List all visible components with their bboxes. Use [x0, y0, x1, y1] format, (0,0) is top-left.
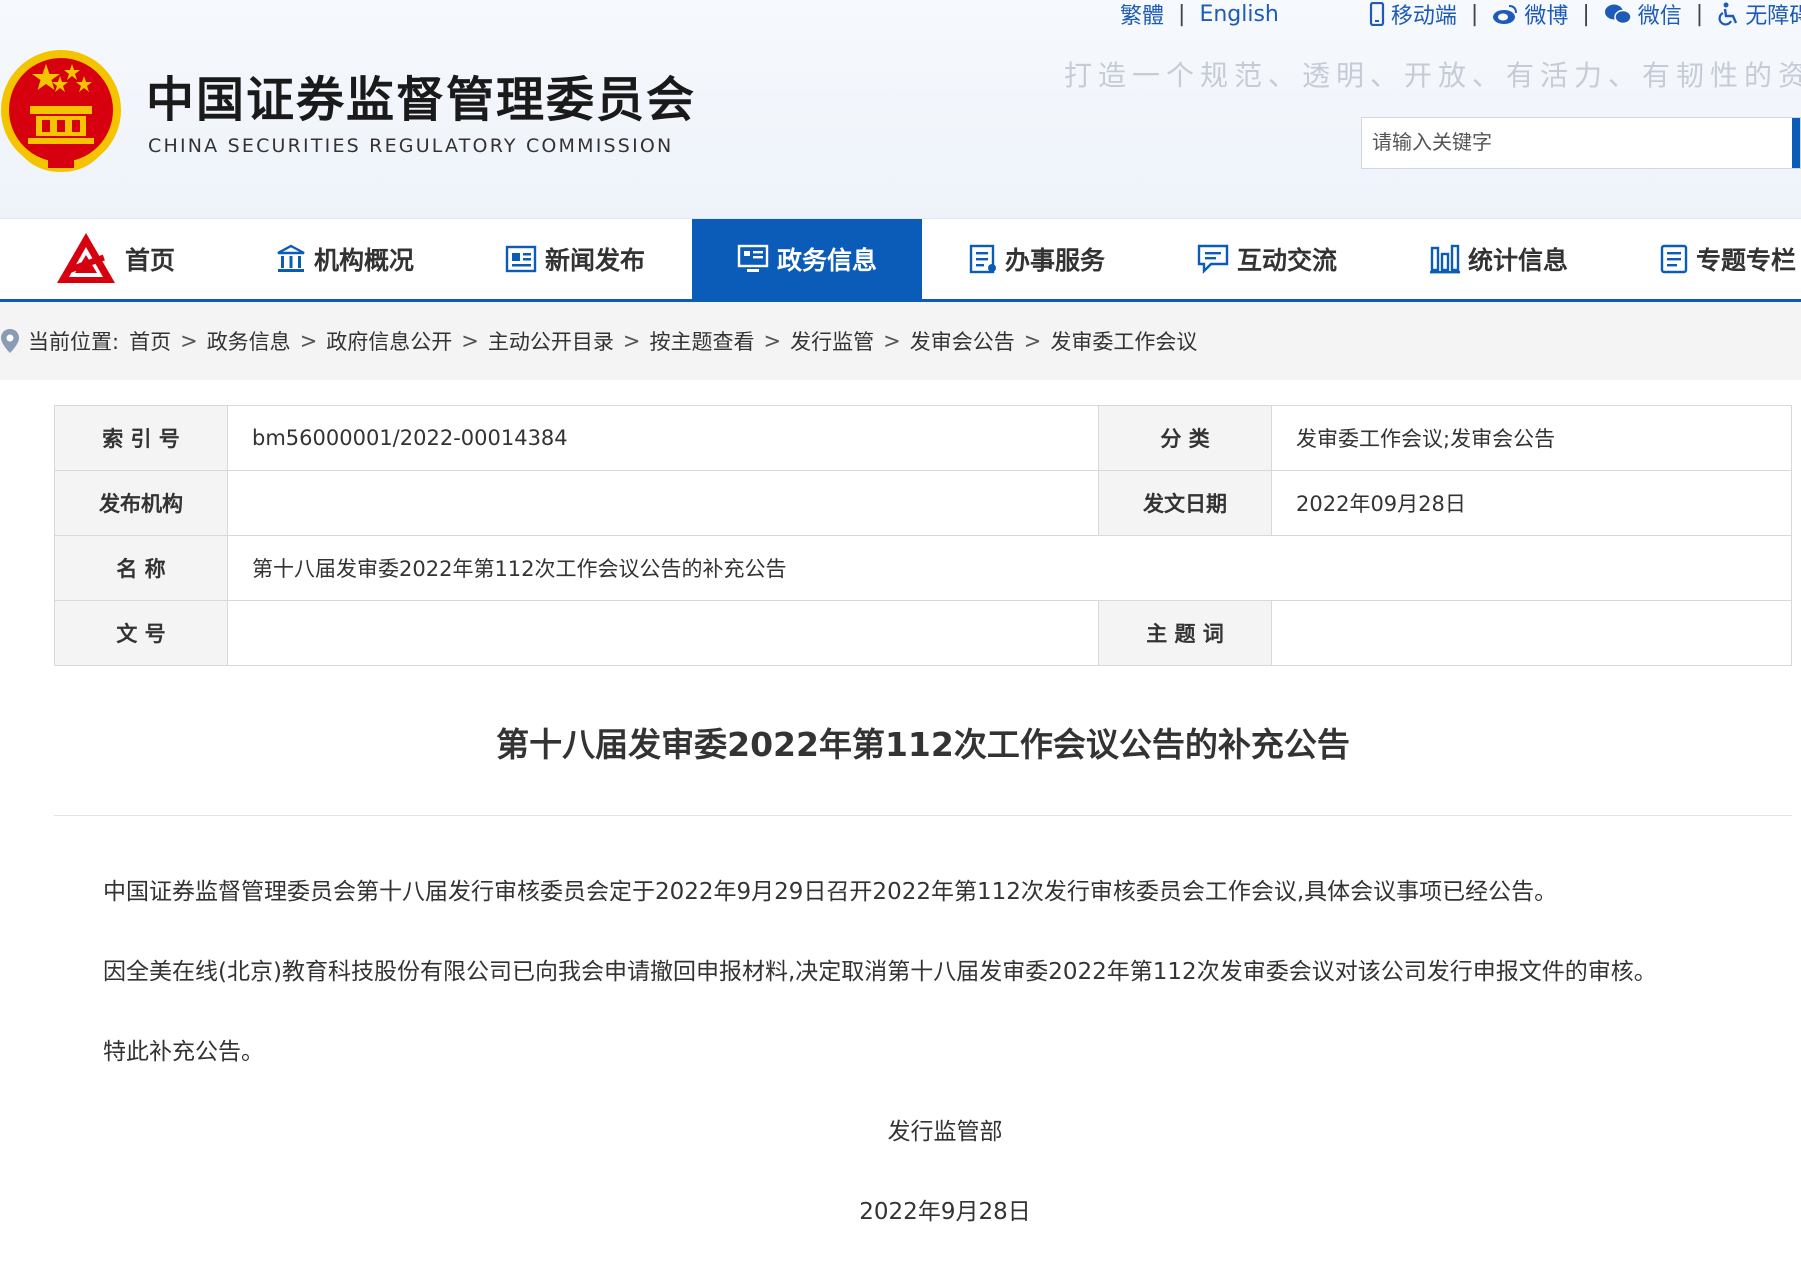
subject-value [1271, 600, 1792, 666]
mobile-phone-icon [1369, 2, 1384, 26]
chat-bubble-icon [1197, 244, 1229, 274]
article-paragraph-3: 特此补充公告。 [103, 1039, 264, 1065]
subject-label: 主 题 词 [1098, 600, 1272, 666]
newspaper-icon [505, 245, 537, 273]
separator: | [1582, 1, 1590, 27]
nav-item-statistics[interactable]: 统计信息 [1384, 219, 1614, 299]
article-date: 2022年9月28日 [859, 1199, 1031, 1225]
nav-item-services[interactable]: 办事服务 [922, 219, 1152, 299]
nav-item-government-info[interactable]: 政务信息 [692, 219, 922, 299]
english-link[interactable]: English [1199, 2, 1278, 27]
site-header: 中国证券监督管理委员会 CHINA SECURITIES REGULATORY … [0, 0, 1801, 218]
search-box [1361, 117, 1801, 169]
site-name-en: CHINA SECURITIES REGULATORY COMMISSION [148, 135, 674, 157]
article-signature: 发行监管部 [887, 1119, 1003, 1145]
csrc-logo-icon [56, 233, 115, 283]
accessibility-link[interactable]: 无障碍 [1717, 0, 1801, 30]
nav-item-interaction[interactable]: 互动交流 [1152, 219, 1382, 299]
topic-page-icon [1660, 244, 1688, 274]
nav-item-organization[interactable]: 机构概况 [230, 219, 460, 299]
article-paragraph-2: 因全美在线(北京)教育科技股份有限公司已向我会申请撤回申报材料,决定取消第十八届… [103, 959, 1657, 985]
index-value: bm56000001/2022-00014384 [227, 405, 1099, 471]
breadcrumb-label: 当前位置: [28, 330, 120, 354]
breadcrumb-public-info[interactable]: 政府信息公开 [326, 326, 452, 356]
bar-chart-icon [1429, 244, 1460, 274]
location-pin-icon [1, 329, 19, 353]
wechat-link[interactable]: 微信 [1604, 0, 1682, 30]
nav-item-news[interactable]: 新闻发布 [460, 219, 690, 299]
document-list-icon [969, 244, 996, 274]
divider [54, 815, 1792, 816]
wheelchair-icon [1718, 2, 1738, 26]
date-label: 发文日期 [1098, 470, 1272, 536]
weibo-link[interactable]: 微博 [1492, 0, 1568, 30]
main-nav: 首页 机构概况 新闻发布 政务信息 办事服务 互动交流 统计信息 专题专栏 [0, 218, 1801, 303]
separator: | [1178, 1, 1186, 27]
breadcrumb-announcements[interactable]: 发审会公告 [910, 326, 1015, 356]
weibo-icon [1493, 5, 1518, 24]
separator: | [1470, 1, 1479, 27]
name-label: 名 称 [54, 535, 228, 601]
article-paragraph-1: 中国证券监督管理委员会第十八届发行审核委员会定于2022年9月29日召开2022… [103, 879, 1558, 905]
breadcrumb-issuance[interactable]: 发行监管 [790, 326, 874, 356]
nav-item-special-topics[interactable]: 专题专栏 [1614, 219, 1801, 299]
breadcrumb-by-topic[interactable]: 按主题查看 [650, 326, 755, 356]
wechat-icon [1604, 4, 1632, 25]
publisher-label: 发布机构 [54, 470, 228, 536]
docno-value [227, 600, 1099, 666]
breadcrumb-government-info[interactable]: 政务信息 [207, 326, 291, 356]
category-value: 发审委工作会议;发审会公告 [1271, 405, 1792, 471]
national-emblem-icon[interactable] [0, 44, 122, 176]
traditional-chinese-link[interactable]: 繁體 [1120, 0, 1164, 30]
search-button[interactable] [1792, 118, 1800, 168]
slogan: 打造一个规范、透明、开放、有活力、有韧性的资本市 [1064, 59, 1801, 92]
table-row: 发布机构 发文日期 2022年09月28日 [54, 470, 1792, 536]
table-row: 文 号 主 题 词 [54, 600, 1792, 666]
article-title: 第十八届发审委2022年第112次工作会议公告的补充公告 [496, 725, 1350, 764]
table-row: 索 引 号 bm56000001/2022-00014384 分 类 发审委工作… [54, 405, 1792, 471]
table-row: 名 称 第十八届发审委2022年第112次工作会议公告的补充公告 [54, 535, 1792, 601]
breadcrumb-catalog[interactable]: 主动公开目录 [488, 326, 614, 356]
name-value: 第十八届发审委2022年第112次工作会议公告的补充公告 [227, 535, 1792, 601]
breadcrumb-bar: 当前位置: 首页 > 政务信息 > 政府信息公开 > 主动公开目录 > 按主题查… [0, 302, 1801, 380]
top-links: 繁體 | English 移动端 | 微博 | 微信 | 无障碍 [1120, 0, 1801, 30]
mobile-link[interactable]: 移动端 [1369, 0, 1457, 30]
institution-icon [277, 244, 305, 272]
separator: | [1695, 1, 1704, 27]
category-label: 分 类 [1098, 405, 1272, 471]
date-value: 2022年09月28日 [1271, 470, 1792, 536]
document-meta-table: 索 引 号 bm56000001/2022-00014384 分 类 发审委工作… [54, 405, 1792, 666]
nav-item-home[interactable]: 首页 [0, 219, 230, 299]
search-input[interactable] [1362, 118, 1801, 166]
site-name-cn[interactable]: 中国证券监督管理委员会 [146, 60, 696, 130]
breadcrumb-home[interactable]: 首页 [129, 326, 171, 356]
publisher-value [227, 470, 1099, 536]
breadcrumb-current[interactable]: 发审委工作会议 [1050, 326, 1197, 356]
breadcrumb: 当前位置: 首页 > 政务信息 > 政府信息公开 > 主动公开目录 > 按主题查… [0, 302, 1197, 380]
docno-label: 文 号 [54, 600, 228, 666]
index-label: 索 引 号 [54, 405, 228, 471]
monitor-icon [737, 244, 769, 272]
